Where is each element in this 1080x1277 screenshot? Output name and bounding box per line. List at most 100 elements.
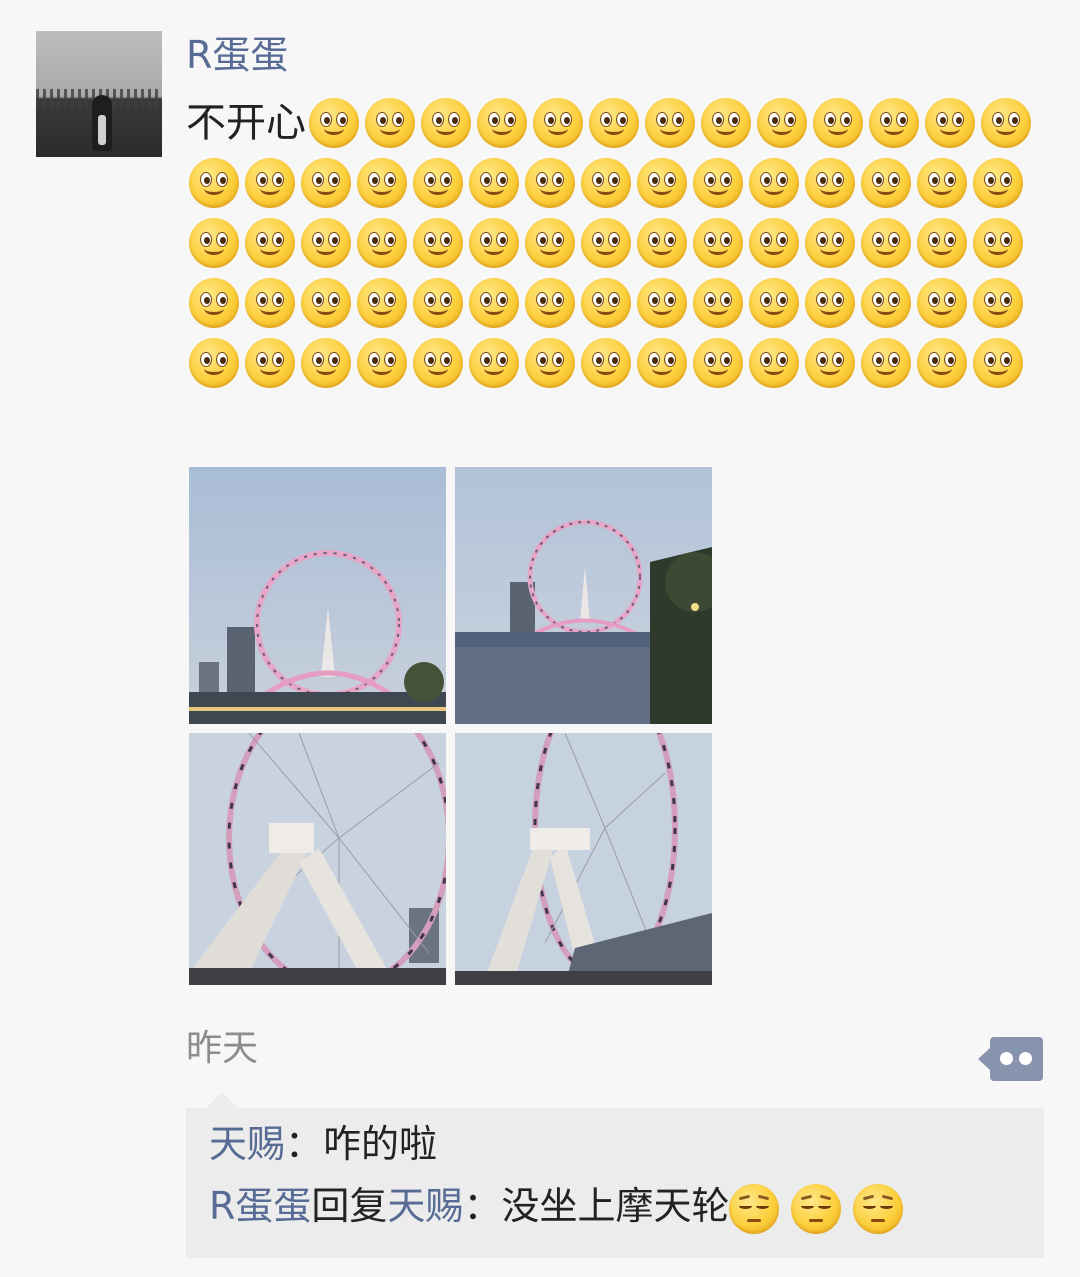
- comment-section: 天赐：咋的啦 R蛋蛋回复天赐：没坐上摩天轮: [186, 1092, 1044, 1258]
- smile-emoji-icon: [973, 338, 1023, 388]
- smile-emoji-icon: [301, 218, 351, 268]
- smile-emoji-icon: [189, 158, 239, 208]
- smile-emoji-icon: [357, 158, 407, 208]
- post-text: 不开心: [186, 100, 306, 146]
- smile-emoji-icon: [637, 218, 687, 268]
- smile-emoji-icon: [861, 218, 911, 268]
- smile-emoji-icon: [581, 338, 631, 388]
- dot-icon: [1000, 1052, 1013, 1065]
- smile-emoji-icon: [805, 338, 855, 388]
- smile-emoji-icon: [413, 158, 463, 208]
- smile-emoji-icon: [533, 98, 583, 148]
- ferris-wheel-photo-1[interactable]: [189, 467, 446, 724]
- smile-emoji-icon: [189, 218, 239, 268]
- smile-emoji-icon: [693, 158, 743, 208]
- post-time: 昨天: [186, 1028, 259, 1069]
- ferris-wheel-photo-2[interactable]: [455, 467, 712, 724]
- smile-emoji-icon: [645, 98, 695, 148]
- comment-separator: ：: [463, 1184, 502, 1228]
- photo-grid: [189, 467, 713, 985]
- smile-emoji-icon: [525, 338, 575, 388]
- dot-icon: [1019, 1052, 1032, 1065]
- smile-emoji-icon: [413, 218, 463, 268]
- comment-text: 没坐上摩天轮: [501, 1184, 730, 1228]
- smile-emoji-icon: [413, 338, 463, 388]
- smile-emoji-icon: [917, 338, 967, 388]
- smile-emoji-icon: [301, 278, 351, 328]
- comment-author[interactable]: R蛋蛋: [209, 1184, 311, 1228]
- smile-emoji-icon: [917, 278, 967, 328]
- smile-emoji-icon: [357, 218, 407, 268]
- smile-emoji-icon: [469, 338, 519, 388]
- smile-emoji-icon: [701, 98, 751, 148]
- smile-emoji-icon: [357, 278, 407, 328]
- smile-emoji-icon: [925, 98, 975, 148]
- smile-emoji-icon: [245, 158, 295, 208]
- smile-emoji-icon: [581, 278, 631, 328]
- comment-text: 咋的啦: [323, 1122, 438, 1166]
- sad-emoji-list: [729, 1183, 915, 1234]
- comment-item[interactable]: 天赐：咋的啦: [209, 1116, 437, 1172]
- smile-emoji-icon: [749, 158, 799, 208]
- ferris-wheel-photo-3[interactable]: [189, 733, 446, 985]
- smile-emoji-icon: [477, 98, 527, 148]
- smile-emoji-icon: [973, 218, 1023, 268]
- smile-emoji-icon: [805, 278, 855, 328]
- smile-emoji-icon: [757, 98, 807, 148]
- post-author-name[interactable]: R蛋蛋: [186, 30, 288, 80]
- smile-emoji-icon: [805, 218, 855, 268]
- reply-target-name[interactable]: 天赐: [387, 1184, 463, 1228]
- post-body: 不开心: [186, 92, 1056, 392]
- smile-emoji-icon: [637, 158, 687, 208]
- smile-emoji-icon: [693, 218, 743, 268]
- smile-emoji-icon: [469, 278, 519, 328]
- smile-emoji-icon: [693, 338, 743, 388]
- smile-emoji-icon: [861, 278, 911, 328]
- smile-emoji-icon: [301, 158, 351, 208]
- smile-emoji-icon: [973, 278, 1023, 328]
- sad-emoji-icon: [853, 1183, 904, 1234]
- smile-emoji-icon: [981, 98, 1031, 148]
- smile-emoji-icon: [365, 98, 415, 148]
- smile-emoji-icon: [309, 98, 359, 148]
- smile-emoji-icon: [917, 218, 967, 268]
- smile-emoji-icon: [861, 158, 911, 208]
- comment-item[interactable]: R蛋蛋回复天赐：没坐上摩天轮: [209, 1178, 915, 1234]
- more-button-box: [990, 1037, 1043, 1081]
- smile-emoji-icon: [813, 98, 863, 148]
- smile-emoji-icon: [637, 338, 687, 388]
- avatar-person-figure: [92, 95, 112, 151]
- smile-emoji-icon: [805, 158, 855, 208]
- sad-emoji-icon: [791, 1183, 842, 1234]
- smile-emoji-icon: [301, 338, 351, 388]
- smile-emoji-icon: [525, 278, 575, 328]
- comment-author[interactable]: 天赐: [209, 1122, 285, 1166]
- smile-emoji-icon: [525, 158, 575, 208]
- smile-emoji-icon: [245, 278, 295, 328]
- smile-emoji-list: [186, 98, 1034, 388]
- smile-emoji-icon: [189, 338, 239, 388]
- smile-emoji-icon: [245, 338, 295, 388]
- ferris-wheel-photo-4[interactable]: [455, 733, 712, 985]
- smile-emoji-icon: [357, 338, 407, 388]
- avatar[interactable]: [36, 31, 162, 157]
- smile-emoji-icon: [581, 158, 631, 208]
- smile-emoji-icon: [749, 218, 799, 268]
- smile-emoji-icon: [749, 278, 799, 328]
- smile-emoji-icon: [637, 278, 687, 328]
- smile-emoji-icon: [869, 98, 919, 148]
- smile-emoji-icon: [469, 158, 519, 208]
- reply-word: 回复: [311, 1184, 388, 1228]
- smile-emoji-icon: [469, 218, 519, 268]
- smile-emoji-icon: [245, 218, 295, 268]
- smile-emoji-icon: [693, 278, 743, 328]
- smile-emoji-icon: [421, 98, 471, 148]
- comment-more-button[interactable]: [978, 1037, 1043, 1081]
- smile-emoji-icon: [525, 218, 575, 268]
- sad-emoji-icon: [729, 1183, 780, 1234]
- comment-separator: ：: [285, 1122, 324, 1166]
- smile-emoji-icon: [749, 338, 799, 388]
- smile-emoji-icon: [189, 278, 239, 328]
- smile-emoji-icon: [581, 218, 631, 268]
- smile-emoji-icon: [589, 98, 639, 148]
